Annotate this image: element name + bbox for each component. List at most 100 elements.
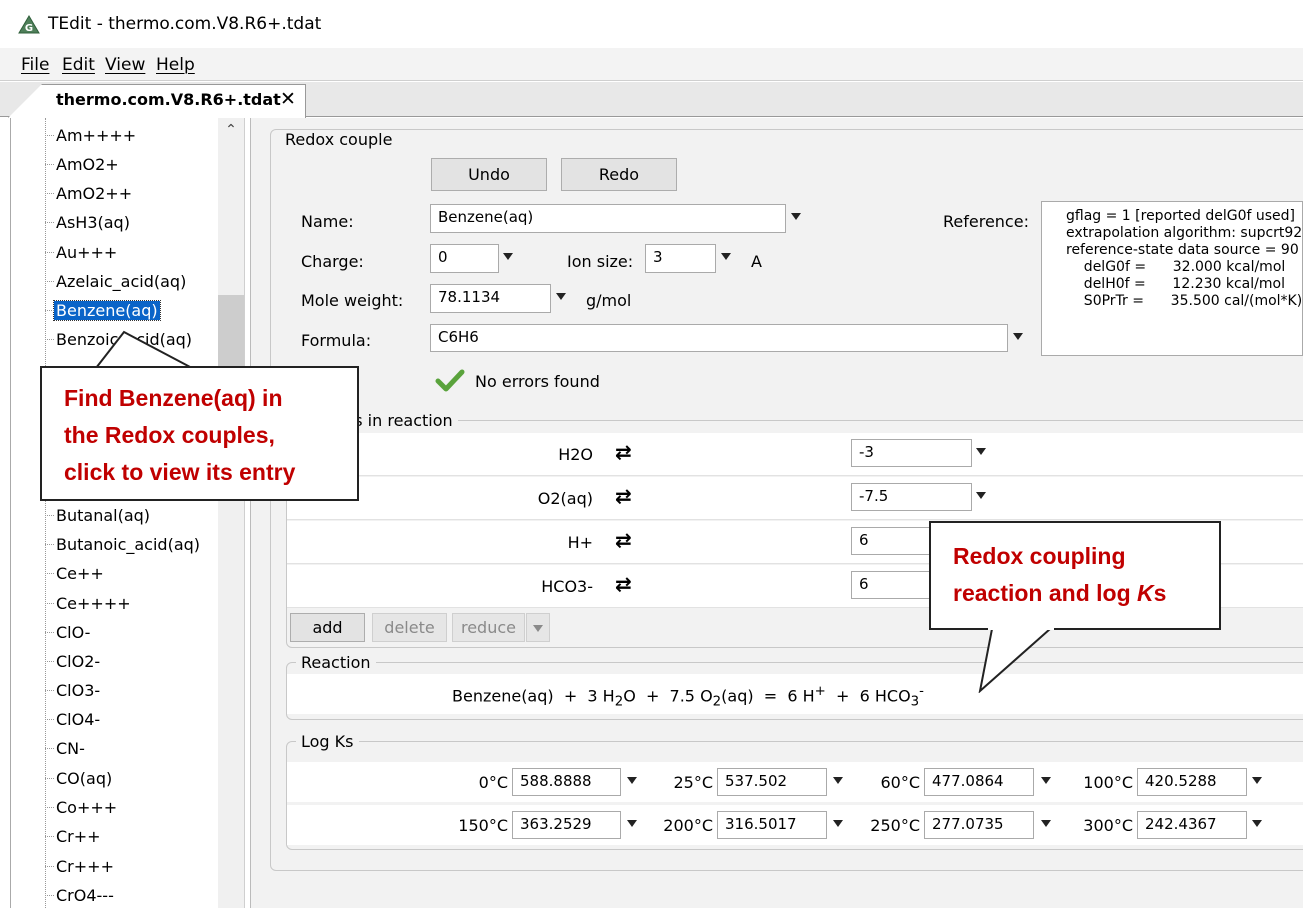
- callout-left: Find Benzene(aq) in the Redox couples, c…: [40, 366, 359, 501]
- tree-item[interactable]: ClO4-: [45, 705, 100, 734]
- scrollbar-thumb[interactable]: [218, 295, 244, 375]
- temperature-label: 0°C: [478, 773, 508, 792]
- tree-item[interactable]: AmO2+: [45, 150, 119, 179]
- tree-item[interactable]: Azelaic_acid(aq): [45, 267, 186, 296]
- log-k-dropdown-icon[interactable]: [1252, 777, 1262, 784]
- log-k-dropdown-icon[interactable]: [1041, 820, 1051, 827]
- tree-item[interactable]: Am++++: [45, 121, 136, 150]
- reaction-superscript: +: [814, 684, 826, 699]
- menu-edit[interactable]: Edit: [62, 55, 95, 75]
- reduce-button[interactable]: reduce: [452, 613, 525, 642]
- species-name: H+: [567, 533, 593, 552]
- reaction-plus: +: [563, 686, 578, 706]
- mole-weight-dropdown-icon[interactable]: [556, 293, 566, 300]
- tree-item[interactable]: Co+++: [45, 793, 117, 822]
- reference-text[interactable]: gflag = 1 [reported delG0f used] extrapo…: [1041, 201, 1303, 356]
- temperature-label: 150°C: [458, 816, 508, 835]
- tree-item-benzene[interactable]: Benzene(aq): [45, 296, 161, 325]
- reaction-term: O: [623, 686, 636, 706]
- tree-item[interactable]: CrO4---: [45, 881, 114, 910]
- charge-dropdown-icon[interactable]: [503, 253, 513, 260]
- undo-button[interactable]: Undo: [431, 158, 547, 191]
- callout-text: Find Benzene(aq) in: [64, 385, 283, 411]
- tree-item[interactable]: Cr+++: [45, 852, 114, 881]
- log-k-field[interactable]: 477.0864: [924, 768, 1034, 796]
- tree-item[interactable]: ClO2-: [45, 647, 100, 676]
- status-text: No errors found: [475, 372, 600, 391]
- coefficient-dropdown-icon[interactable]: [976, 448, 986, 455]
- equilibrium-arrows-icon: ⇄: [615, 528, 632, 552]
- reaction-term: HCO: [874, 686, 911, 706]
- table-row[interactable]: O2(aq) ⇄ -7.5: [287, 477, 1303, 520]
- log-k-dropdown-icon[interactable]: [1041, 777, 1051, 784]
- name-dropdown-icon[interactable]: [791, 213, 801, 220]
- tree-item[interactable]: Cr++: [45, 822, 101, 851]
- formula-dropdown-icon[interactable]: [1013, 333, 1023, 340]
- log-k-field[interactable]: 242.4367: [1137, 811, 1247, 839]
- reference-label: Reference:: [943, 212, 1029, 231]
- reaction-equation: Benzene(aq) + 3 H2O + 7.5 O2(aq) = 6 H+ …: [452, 684, 924, 710]
- coefficient-dropdown-icon[interactable]: [976, 492, 986, 499]
- reaction-term: Benzene(aq): [452, 686, 554, 706]
- check-icon: [435, 369, 465, 392]
- tree-item[interactable]: CN-: [45, 734, 85, 763]
- tree-item[interactable]: ClO3-: [45, 676, 100, 705]
- log-k-dropdown-icon[interactable]: [833, 820, 843, 827]
- menu-file[interactable]: File: [21, 55, 49, 75]
- scroll-up-icon[interactable]: ⌃: [218, 122, 244, 146]
- log-k-field[interactable]: 316.5017: [717, 811, 827, 839]
- tree-item[interactable]: Butanoic_acid(aq): [45, 530, 200, 559]
- temperature-label: 60°C: [880, 773, 920, 792]
- ion-size-field[interactable]: 3: [645, 244, 716, 273]
- tab-close-icon[interactable]: ✕: [280, 88, 296, 110]
- log-k-field[interactable]: 277.0735: [924, 811, 1034, 839]
- menu-help[interactable]: Help: [156, 55, 195, 75]
- log-k-field[interactable]: 363.2529: [512, 811, 621, 839]
- mole-weight-field[interactable]: 78.1134: [430, 284, 551, 313]
- tree-item[interactable]: CO(aq): [45, 764, 112, 793]
- sidebar-scrollbar[interactable]: [218, 118, 244, 908]
- tree-item[interactable]: Ce++++: [45, 589, 131, 618]
- menu-view[interactable]: View: [105, 55, 145, 75]
- log-k-dropdown-icon[interactable]: [627, 777, 637, 784]
- reaction-plus: +: [645, 686, 660, 706]
- add-button[interactable]: add: [290, 613, 365, 642]
- log-k-field[interactable]: 537.502: [717, 768, 827, 796]
- callout-text: Redox coupling: [953, 543, 1126, 569]
- temperature-label: 25°C: [673, 773, 713, 792]
- tree-item[interactable]: Ce++: [45, 559, 104, 588]
- redo-button[interactable]: Redo: [561, 158, 677, 191]
- tree-item[interactable]: AmO2++: [45, 179, 132, 208]
- table-row[interactable]: H2O ⇄ -3: [287, 433, 1303, 476]
- menu-bar: [0, 48, 1303, 81]
- name-field[interactable]: Benzene(aq): [430, 204, 786, 233]
- reaction-term: O: [700, 686, 713, 706]
- log-k-field[interactable]: 420.5288: [1137, 768, 1247, 796]
- svg-text:G: G: [25, 23, 33, 34]
- ion-size-unit: A: [751, 252, 762, 271]
- reaction-coefficient: 7.5: [669, 686, 695, 706]
- log-ks-legend: Log Ks: [296, 732, 359, 751]
- coefficient-field[interactable]: -3: [851, 439, 972, 467]
- coefficient-field[interactable]: -7.5: [851, 483, 972, 511]
- tree-item[interactable]: ClO-: [45, 618, 90, 647]
- charge-field[interactable]: 0: [430, 244, 499, 273]
- log-k-dropdown-icon[interactable]: [627, 820, 637, 827]
- log-k-field[interactable]: 588.8888: [512, 768, 621, 796]
- tree-item[interactable]: Au+++: [45, 238, 117, 267]
- tree-item[interactable]: Butanal(aq): [45, 501, 150, 530]
- reduce-dropdown-icon: [533, 625, 543, 632]
- ion-size-dropdown-icon[interactable]: [721, 253, 731, 260]
- reaction-plus: +: [836, 686, 850, 706]
- equilibrium-arrows-icon: ⇄: [615, 440, 632, 464]
- tree-item[interactable]: AsH3(aq): [45, 208, 130, 237]
- reaction-equals: =: [763, 686, 778, 706]
- temperature-label: 200°C: [663, 816, 713, 835]
- log-k-dropdown-icon[interactable]: [1252, 820, 1262, 827]
- formula-field[interactable]: C6H6: [430, 324, 1008, 352]
- reduce-dropdown-button[interactable]: [526, 613, 550, 642]
- reaction-coefficient: 3: [587, 686, 598, 706]
- tab-label[interactable]: thermo.com.V8.R6+.tdat: [56, 90, 281, 109]
- delete-button[interactable]: delete: [372, 613, 447, 642]
- log-k-dropdown-icon[interactable]: [833, 777, 843, 784]
